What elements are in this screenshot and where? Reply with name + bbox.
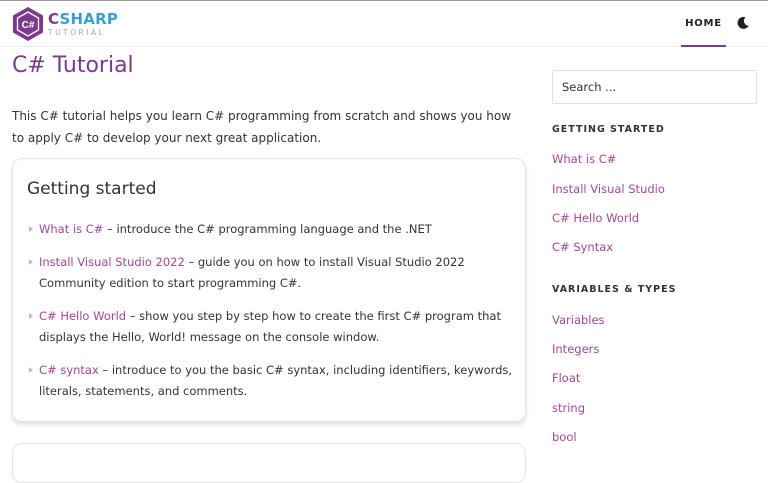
link-what-is-csharp[interactable]: What is C# bbox=[39, 222, 103, 236]
card-title: Getting started bbox=[27, 179, 157, 199]
bullet-icon bbox=[29, 259, 33, 265]
list-item-description: – introduce to you the basic C# syntax, … bbox=[39, 363, 513, 398]
page-title: C# Tutorial bbox=[12, 53, 134, 78]
nav-home-link[interactable]: HOME bbox=[681, 1, 726, 47]
sidebar-link-what-is-csharp[interactable]: What is C# bbox=[552, 152, 616, 166]
intro-paragraph: This C# tutorial helps you learn C# prog… bbox=[12, 109, 512, 145]
getting-started-card: Getting started What is C# – introduce t… bbox=[12, 158, 526, 422]
logo-glyph: C# bbox=[22, 20, 35, 31]
logo-title: CSHARP bbox=[48, 9, 119, 28]
link-install-visual-studio[interactable]: Install Visual Studio 2022 bbox=[39, 255, 185, 269]
next-section-card bbox=[12, 443, 526, 483]
bullet-icon bbox=[29, 226, 33, 232]
sidebar-link-float[interactable]: Float bbox=[552, 371, 580, 385]
sidebar-heading-getting-started: GETTING STARTED bbox=[552, 124, 665, 135]
sidebar-heading-variables-types: VARIABLES & TYPES bbox=[552, 284, 677, 295]
sidebar-link-install-visual-studio[interactable]: Install Visual Studio bbox=[552, 182, 665, 196]
bullet-icon bbox=[29, 313, 33, 319]
list-item: What is C# – introduce the C# programmin… bbox=[27, 219, 517, 240]
sidebar-link-bool[interactable]: bool bbox=[552, 430, 577, 444]
moon-icon[interactable] bbox=[736, 16, 750, 30]
site-header: C# CSHARP TUTORIAL HOME bbox=[0, 0, 768, 47]
bullet-icon bbox=[29, 367, 33, 373]
sidebar-link-integers[interactable]: Integers bbox=[552, 342, 599, 356]
sidebar-link-string[interactable]: string bbox=[552, 401, 585, 415]
list-item: C# Hello World – show you step by step h… bbox=[27, 306, 517, 348]
sidebar-link-syntax[interactable]: C# Syntax bbox=[552, 240, 613, 254]
logo-subtitle: TUTORIAL bbox=[48, 27, 106, 37]
link-csharp-hello-world[interactable]: C# Hello World bbox=[39, 309, 126, 323]
search-input[interactable] bbox=[552, 70, 757, 104]
csharp-logo-icon: C# bbox=[13, 7, 43, 41]
sidebar-link-hello-world[interactable]: C# Hello World bbox=[552, 211, 639, 225]
getting-started-list: What is C# – introduce the C# programmin… bbox=[27, 219, 517, 414]
list-item: C# syntax – introduce to you the basic C… bbox=[27, 360, 517, 402]
site-logo[interactable]: C# CSHARP TUTORIAL bbox=[11, 5, 118, 43]
list-item: Install Visual Studio 2022 – guide you o… bbox=[27, 252, 517, 294]
sidebar-link-variables[interactable]: Variables bbox=[552, 313, 605, 327]
logo-text: CSHARP TUTORIAL bbox=[48, 9, 119, 37]
link-csharp-syntax[interactable]: C# syntax bbox=[39, 363, 99, 377]
list-item-description: – introduce the C# programming language … bbox=[103, 222, 432, 236]
